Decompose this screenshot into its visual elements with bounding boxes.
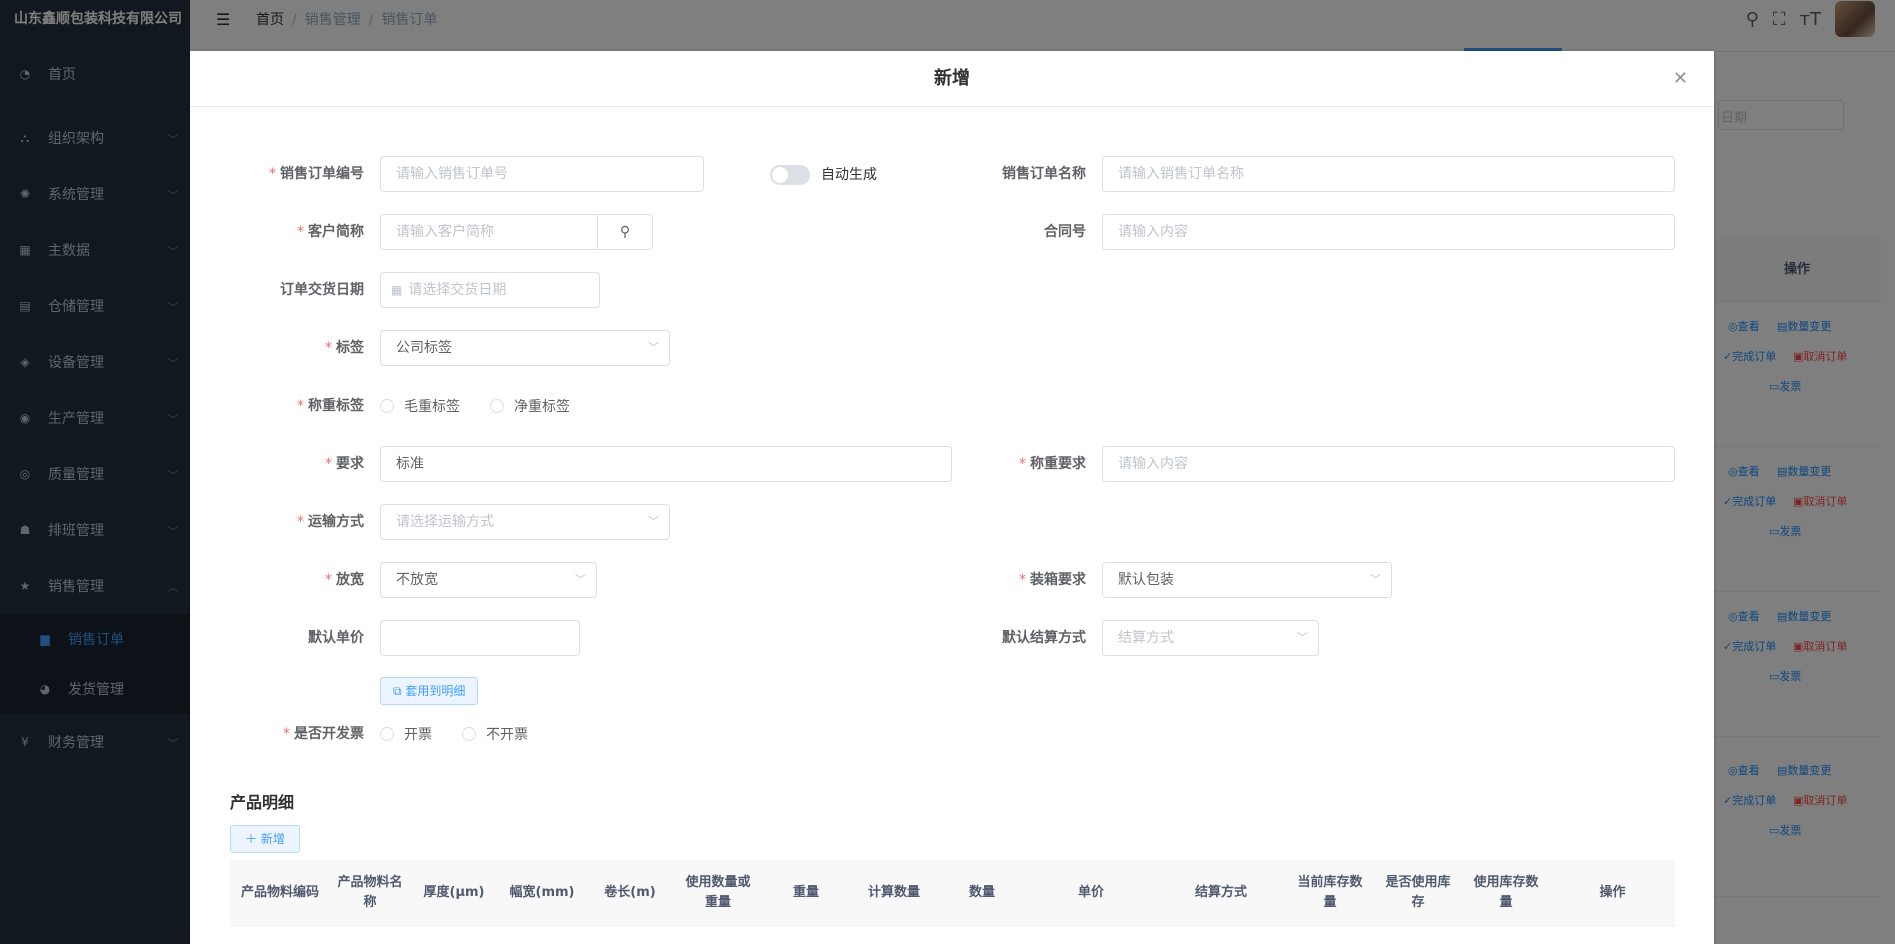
calendar-icon: ▦ [391,283,403,297]
dialog-title: 新增 [934,68,970,89]
order-name-input[interactable]: 请输入销售订单名称 [1102,156,1675,192]
chevron-down-icon: ﹀ [1370,573,1381,586]
invoice-radio-no[interactable]: 不开票 [462,716,528,752]
tag-label: * 标签 [325,340,364,356]
chevron-down-icon: ﹀ [575,573,586,586]
copy-icon: ⧉ [393,684,402,698]
customer-search-button[interactable]: ⚲ [597,214,653,250]
weigh-tag-radio-net[interactable]: 净重标签 [490,388,570,424]
column-header: 产品物料名称 [337,875,403,910]
packing-select[interactable]: 默认包装 ﹀ [1102,562,1392,598]
widen-select[interactable]: 不放宽 ﹀ [380,562,597,598]
packing-label: * 装箱要求 [1019,572,1086,588]
customer-label: * 客户简称 [297,224,364,240]
column-header: 当前库存数量 [1297,875,1363,910]
weigh-require-input[interactable]: 请输入内容 [1102,446,1675,482]
add-order-dialog: 新增 ✕ * 销售订单编号 请输入销售订单号 自动生成 销售订单名称 请输入销售订… [190,51,1714,944]
column-header: 重量 [792,885,819,900]
detail-section-title: 产品明细 [230,793,295,812]
chevron-down-icon: ﹀ [648,515,659,528]
detail-table-header: 产品物料编码 产品物料名称 厚度(μm) 幅宽(mm) 卷长(m) 使用数量或重… [230,860,1675,926]
require-label: * 要求 [325,456,364,472]
dialog-header: 新增 ✕ [190,51,1714,107]
delivery-date-picker[interactable]: ▦ 请选择交货日期 [380,272,600,308]
column-header: 计算数量 [867,885,920,900]
weigh-require-label: * 称重要求 [1019,456,1086,472]
order-no-label: * 销售订单编号 [269,166,364,182]
auto-generate-label: 自动生成 [821,167,877,183]
contract-input[interactable]: 请输入内容 [1102,214,1675,250]
column-header: 数量 [968,885,995,900]
column-header: 产品物料编码 [240,885,319,900]
require-input[interactable]: 标准 [380,446,952,482]
search-icon: ⚲ [619,224,631,240]
column-header: 使用数量或重量 [685,875,751,910]
invoice-radio-yes[interactable]: 开票 [380,716,432,752]
close-icon[interactable]: ✕ [1673,51,1688,107]
chevron-down-icon: ﹀ [648,341,659,354]
column-header: 结算方式 [1194,885,1247,900]
settle-label: 默认结算方式 [1002,630,1086,646]
transport-select[interactable]: 请选择运输方式 ﹀ [380,504,670,540]
contract-label: 合同号 [1044,224,1086,240]
delivery-date-label: 订单交货日期 [280,282,364,298]
order-no-input[interactable]: 请输入销售订单号 [380,156,704,192]
column-header: 卷长(m) [604,885,656,900]
column-header: 操作 [1599,885,1626,900]
transport-label: * 运输方式 [297,514,364,530]
customer-input[interactable]: 请输入客户简称 [380,214,598,250]
apply-to-detail-button[interactable]: ⧉ 套用到明细 [380,677,479,705]
chevron-down-icon: ﹀ [1297,631,1308,644]
unit-price-input[interactable] [380,620,580,656]
weigh-tag-radio-gross[interactable]: 毛重标签 [380,388,460,424]
column-header: 是否使用库存 [1385,875,1451,910]
column-header: 使用库存数量 [1473,875,1539,910]
widen-label: * 放宽 [325,572,364,588]
column-header: 厚度(μm) [423,885,485,900]
add-detail-button[interactable]: ＋ 新增 [230,825,300,853]
column-header: 单价 [1077,885,1104,900]
unit-price-label: 默认单价 [308,630,364,646]
column-header: 幅宽(mm) [509,885,575,900]
weigh-tag-label: * 称重标签 [297,398,364,414]
settle-select[interactable]: 结算方式 ﹀ [1102,620,1319,656]
invoice-label: * 是否开发票 [283,726,364,742]
order-name-label: 销售订单名称 [1002,166,1086,182]
tag-select[interactable]: 公司标签 ﹀ [380,330,670,366]
auto-generate-switch[interactable] [770,165,810,185]
